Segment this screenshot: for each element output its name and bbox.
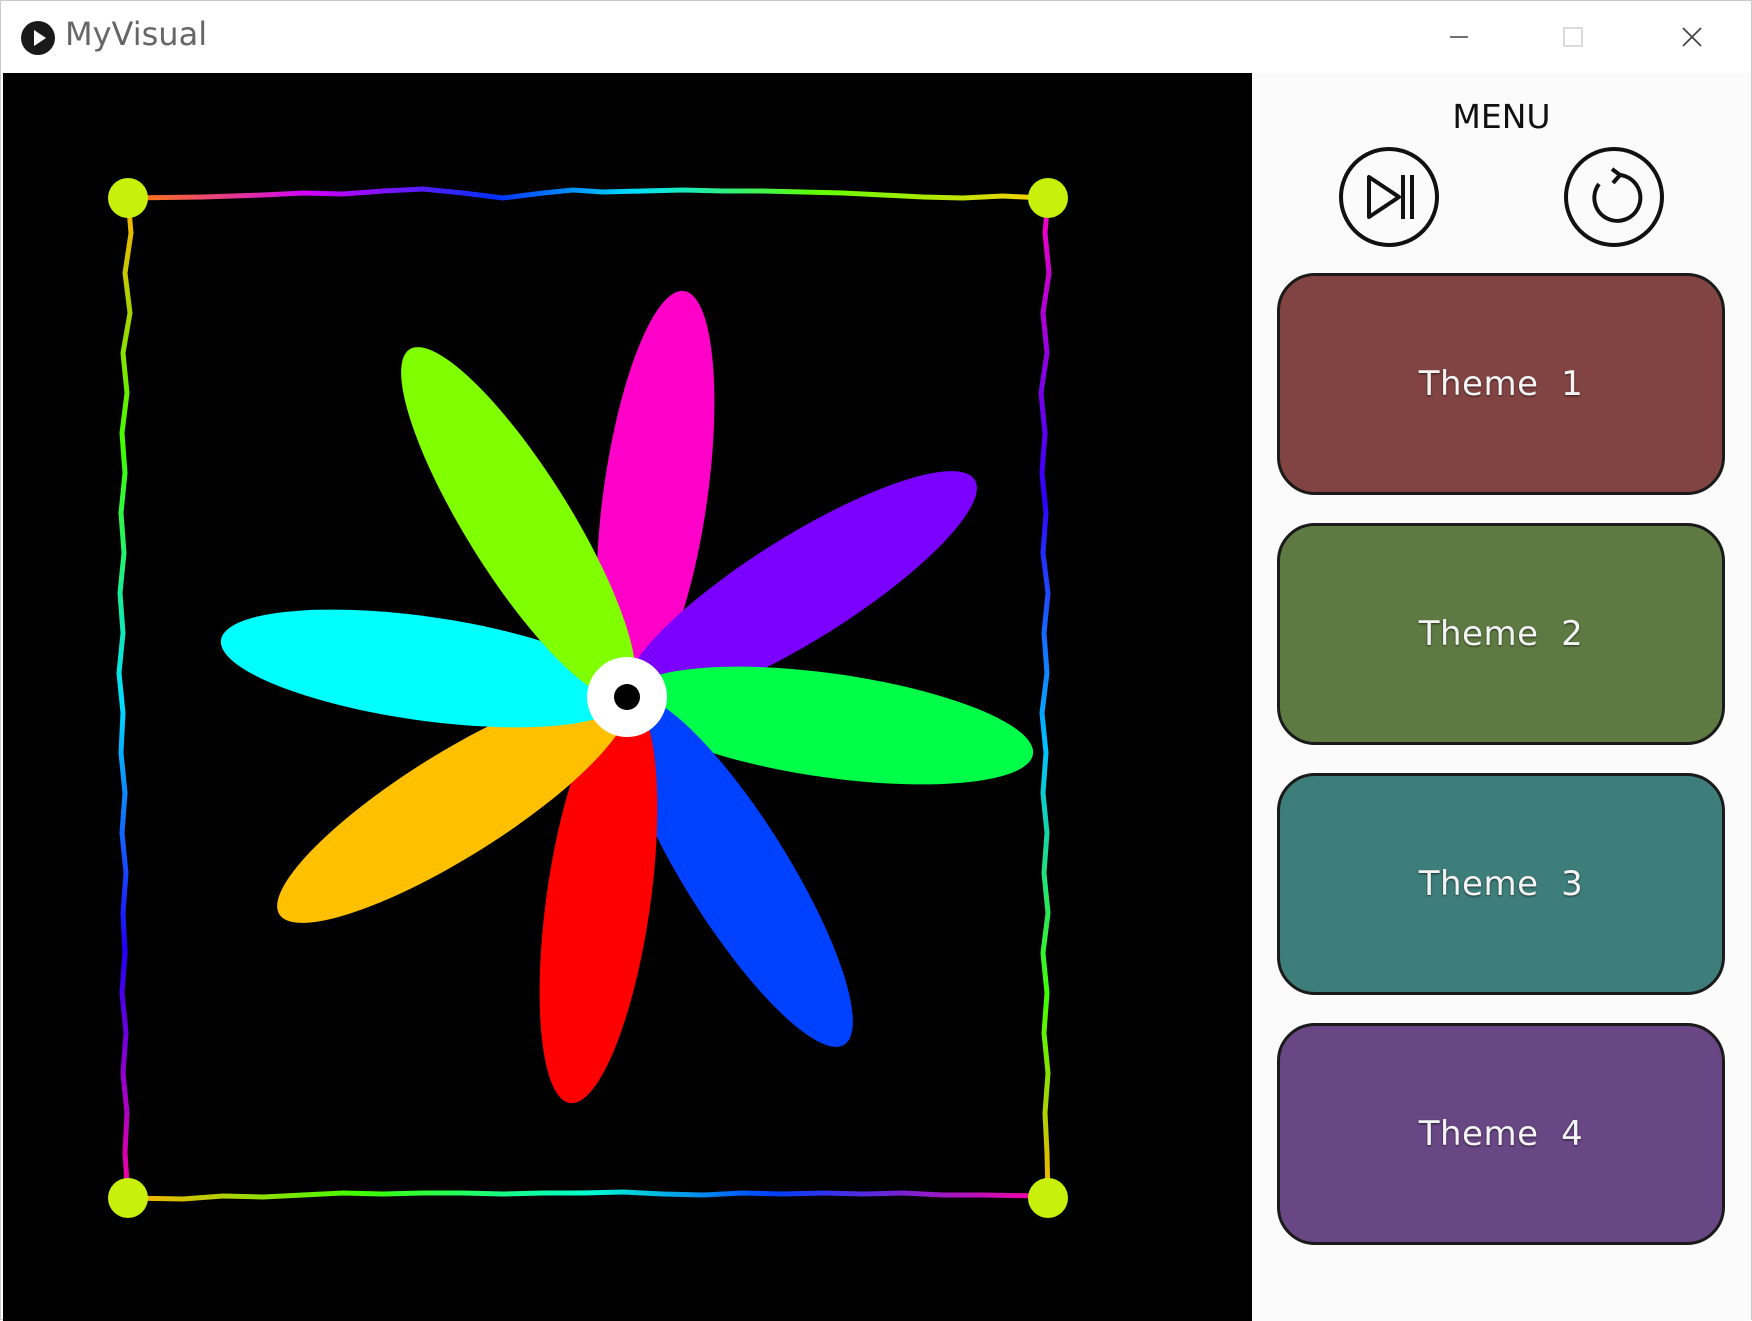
frame-left [116, 197, 134, 1199]
corner-handle-top-left[interactable] [108, 178, 148, 218]
corner-handle-bottom-left[interactable] [108, 1178, 148, 1218]
window-title: MyVisual [65, 15, 208, 53]
corner-handle-bottom-right[interactable] [1028, 1178, 1068, 1218]
theme-3-label: Theme 3 [1418, 864, 1584, 904]
visual-canvas [3, 73, 1252, 1321]
play-pause-button[interactable] [1339, 147, 1439, 247]
menu-panel: MENU Theme 1 Theme 2 Theme 3 Theme 4 [1252, 73, 1751, 1321]
close-icon[interactable] [1637, 1, 1747, 73]
frame-bottom [127, 1189, 1049, 1202]
flower-center-dot [614, 684, 640, 710]
theme-4-label: Theme 4 [1418, 1114, 1584, 1154]
reset-button[interactable] [1564, 147, 1664, 247]
flower-visual [108, 178, 1068, 1218]
app-play-icon [21, 21, 55, 55]
minimize-icon[interactable] [1404, 1, 1514, 73]
frame-top [127, 186, 1048, 201]
theme-3-button[interactable]: Theme 3 [1277, 773, 1725, 995]
maximize-icon[interactable] [1518, 1, 1628, 73]
corner-handle-top-right[interactable] [1028, 178, 1068, 218]
title-bar: MyVisual [1, 1, 1751, 73]
menu-title: MENU [1452, 97, 1551, 136]
app-window: MyVisual MENU Theme 1 Theme 2 Theme 3 Th… [0, 0, 1752, 1321]
theme-1-button[interactable]: Theme 1 [1277, 273, 1725, 495]
theme-2-button[interactable]: Theme 2 [1277, 523, 1725, 745]
theme-1-label: Theme 1 [1418, 364, 1584, 404]
play-pause-icon [1367, 175, 1414, 219]
theme-2-label: Theme 2 [1418, 614, 1584, 654]
frame-right [1038, 197, 1052, 1199]
reset-icon [1592, 167, 1643, 223]
theme-4-button[interactable]: Theme 4 [1277, 1023, 1725, 1245]
